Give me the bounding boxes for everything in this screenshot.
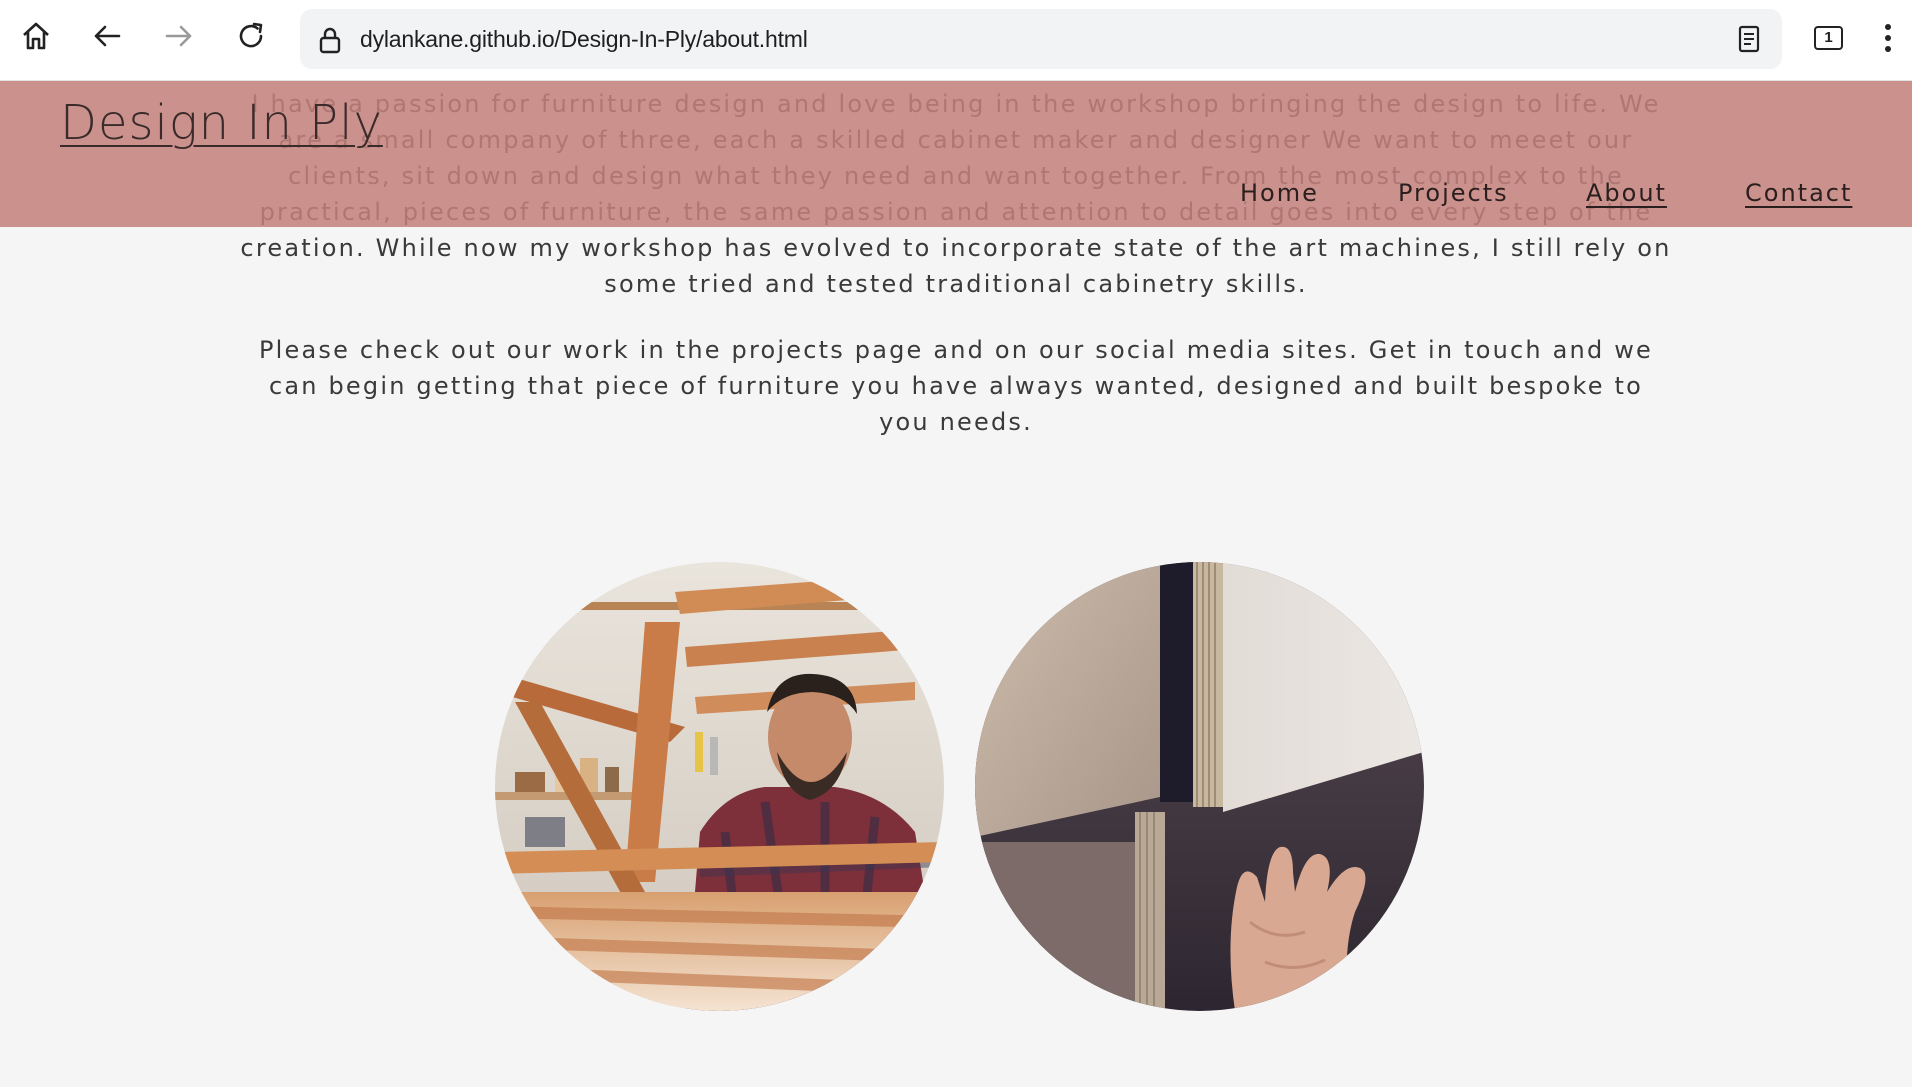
lock-icon[interactable] [316, 25, 344, 55]
reader-mode-icon[interactable] [1734, 24, 1764, 54]
nav-projects-link[interactable]: Projects [1398, 179, 1509, 207]
address-bar[interactable]: dylankane.github.io/Design-In-Ply/about.… [300, 9, 1782, 69]
more-options-icon[interactable] [1883, 22, 1893, 54]
url-text[interactable]: dylankane.github.io/Design-In-Ply/about.… [360, 25, 808, 53]
page-content: I have a passion for furniture design an… [0, 81, 1912, 1087]
browser-toolbar: dylankane.github.io/Design-In-Ply/about.… [0, 0, 1912, 81]
site-header: Design In Ply Home Projects About Contac… [0, 81, 1912, 227]
site-logo[interactable]: Design In Ply [60, 95, 383, 151]
craftsman-workshop-photo [495, 562, 944, 1011]
nav-contact-link[interactable]: Contact [1745, 179, 1852, 207]
nav-about-link[interactable]: About [1586, 179, 1667, 207]
back-arrow-icon[interactable] [89, 18, 125, 54]
nav-home-link[interactable]: Home [1240, 179, 1319, 207]
about-paragraph-2: Please check out our work in the project… [258, 336, 1654, 436]
reload-icon[interactable] [233, 18, 269, 54]
forward-arrow-icon[interactable] [161, 18, 197, 54]
home-icon[interactable] [18, 18, 54, 54]
tab-switcher-icon[interactable]: 1 [1814, 26, 1843, 50]
plywood-edge-hand-photo [975, 562, 1424, 1011]
